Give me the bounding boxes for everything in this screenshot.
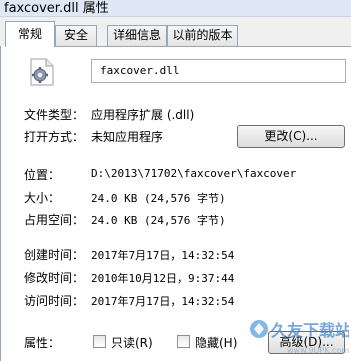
file-type-value: 应用程序扩展 (.dll) <box>91 108 195 122</box>
dll-file-gear-icon <box>30 58 54 86</box>
tab-general[interactable]: 常规 <box>5 21 55 47</box>
separator <box>22 94 342 95</box>
created-label: 创建时间： <box>24 248 85 262</box>
tab-divider <box>55 46 351 47</box>
separator <box>22 155 342 156</box>
accessed-value: 2017年7月17日，14:32:54 <box>91 295 235 308</box>
separator <box>22 235 342 236</box>
tab-previous-versions[interactable]: 以前的版本 <box>167 25 238 46</box>
open-with-label: 打开方式： <box>24 130 85 144</box>
modified-label: 修改时间： <box>24 271 85 285</box>
disk-size-value: 24.0 KB (24,576 字节) <box>91 214 226 227</box>
site-watermark-logo: 久友下载站 www.9UPK.com <box>250 320 349 355</box>
attributes-label: 属性： <box>24 336 61 350</box>
readonly-checkbox[interactable] <box>93 335 106 348</box>
location-label: 位置： <box>24 168 61 182</box>
watermark-text: 久友下载站 <box>271 321 349 340</box>
watermark-url: www.9UPK.com <box>287 346 349 355</box>
open-with-value: 未知应用程序 <box>91 130 164 144</box>
disk-size-label: 占用空间： <box>24 213 85 227</box>
file-name-field[interactable]: faxcover.dll <box>91 59 346 83</box>
tab-strip: 常规 安全 详细信息 以前的版本 <box>0 21 351 47</box>
window-title: faxcover.dll 属性 <box>4 1 109 16</box>
size-label: 大小： <box>24 191 61 205</box>
location-value: D:\2013\71702\faxcover\faxcover <box>91 167 297 180</box>
created-value: 2017年7月17日，14:32:54 <box>91 249 235 262</box>
accessed-label: 访问时间： <box>24 294 85 308</box>
tab-security[interactable]: 安全 <box>55 25 97 46</box>
file-type-label: 文件类型： <box>24 108 85 122</box>
change-button[interactable]: 更改(C)... <box>237 125 345 148</box>
title-bar: faxcover.dll 属性 <box>0 0 351 17</box>
hidden-checkbox[interactable] <box>177 335 190 348</box>
size-value: 24.0 KB (24,576 字节) <box>91 192 226 205</box>
tab-details[interactable]: 详细信息 <box>107 25 167 46</box>
hidden-label: 隐藏(H) <box>195 336 238 350</box>
readonly-label: 只读(R) <box>111 336 153 350</box>
modified-value: 2010年10月12日，9:37:44 <box>91 272 235 285</box>
